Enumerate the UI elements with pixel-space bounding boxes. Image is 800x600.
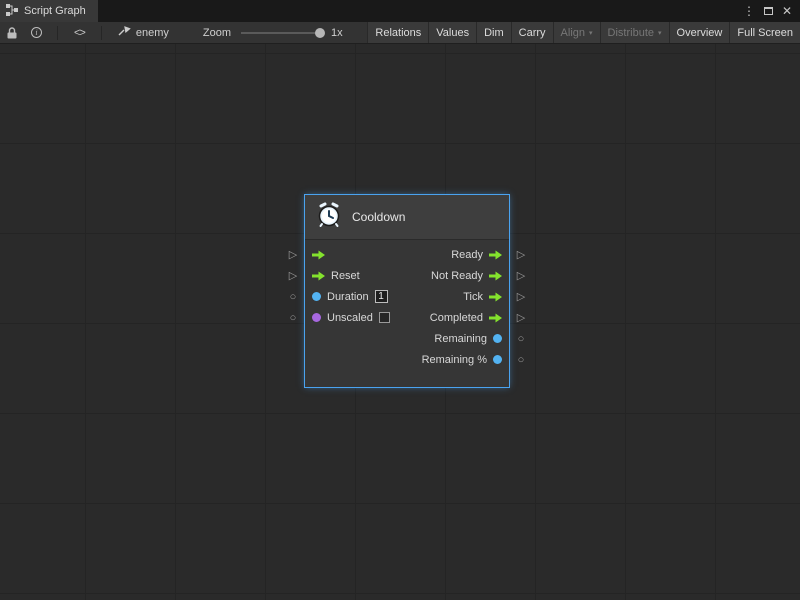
overview-button[interactable]: Overview [669,22,730,43]
port-row: Duration 1 Tick [305,286,509,307]
node-body: Ready Reset Not Ready [305,240,509,387]
zoom-label: Zoom [203,27,231,39]
flow-arrow-icon [312,250,325,260]
distribute-dropdown[interactable]: Distribute ▾ [600,22,669,43]
align-label: Align [561,27,585,39]
output-port-ready[interactable]: Ready [451,249,502,261]
chevron-down-icon: ▾ [658,29,662,37]
unscaled-checkbox[interactable] [379,312,390,323]
output-port-not-ready[interactable]: Not Ready [431,270,502,282]
port-label: Not Ready [431,270,483,282]
port-row: Remaining [305,328,509,349]
flow-port-marker[interactable]: ▷ [514,247,528,263]
float-port-icon [493,355,502,364]
port-row: Reset Not Ready [305,265,509,286]
flow-port-marker[interactable]: ▷ [514,289,528,305]
value-port-marker[interactable]: ○ [514,352,528,368]
float-port-icon [493,334,502,343]
port-label: Tick [463,291,483,303]
port-label: Remaining [434,333,487,345]
maximize-glyph [764,7,773,15]
info-icon[interactable]: i [31,27,42,38]
port-row: Unscaled Completed [305,307,509,328]
dim-label: Dim [484,27,504,39]
bool-port-icon [312,313,321,322]
flow-arrow-icon [312,271,325,281]
overview-label: Overview [677,27,723,39]
values-label: Values [436,27,469,39]
code-icon[interactable]: <> [74,27,85,39]
dim-button[interactable]: Dim [476,22,511,43]
port-label: Unscaled [327,312,373,324]
graph-toolbar: i <> enemy Zoom 1x Relations Values Dim … [0,22,800,44]
node-title: Cooldown [352,210,405,224]
script-graph-window: Script Graph ⋮ ✕ i <> enemy [0,0,800,600]
chevron-down-icon: ▾ [589,29,593,37]
full-screen-button[interactable]: Full Screen [729,22,800,43]
lock-icon[interactable] [7,27,17,39]
flow-port-marker[interactable]: ▷ [514,310,528,326]
maximize-icon[interactable] [760,3,776,19]
relations-label: Relations [375,27,421,39]
relations-button[interactable]: Relations [367,22,428,43]
zoom-value: 1x [331,27,343,39]
window-controls: ⋮ ✕ [741,0,800,22]
input-port-duration[interactable]: Duration 1 [312,290,388,303]
align-dropdown[interactable]: Align ▾ [553,22,600,43]
title-bar: Script Graph ⋮ ✕ [0,0,800,22]
output-port-remaining[interactable]: Remaining [434,333,502,345]
output-port-remaining-percent[interactable]: Remaining % [422,354,502,366]
tab-label: Script Graph [24,5,86,17]
flow-port-marker[interactable]: ▷ [514,268,528,284]
alarm-clock-icon [316,202,342,233]
graph-asset-icon [118,26,131,40]
float-port-icon [312,292,321,301]
graph-name: enemy [136,27,169,39]
value-port-marker[interactable]: ○ [286,310,300,326]
port-row: Ready [305,244,509,265]
input-port-unscaled[interactable]: Unscaled [312,312,390,324]
tab-script-graph[interactable]: Script Graph [0,0,98,22]
panel-menu-icon[interactable]: ⋮ [741,3,757,19]
port-row: Remaining % [305,349,509,370]
flow-arrow-icon [489,292,502,302]
value-port-marker[interactable]: ○ [286,289,300,305]
output-port-tick[interactable]: Tick [463,291,502,303]
toolbar-divider [57,26,58,40]
port-label: Completed [430,312,483,324]
zoom-slider-handle[interactable] [315,28,325,38]
value-port-marker[interactable]: ○ [514,331,528,347]
toolbar-button-group: Relations Values Dim Carry Align ▾ Distri… [367,22,800,43]
input-port-enter[interactable] [312,250,325,260]
port-label: Ready [451,249,483,261]
close-icon[interactable]: ✕ [779,3,795,19]
flow-arrow-icon [489,250,502,260]
node-header[interactable]: Cooldown [305,195,509,240]
distribute-label: Distribute [608,27,654,39]
flow-arrow-icon [489,313,502,323]
zoom-slider[interactable] [241,32,323,34]
port-label: Remaining % [422,354,487,366]
carry-button[interactable]: Carry [511,22,553,43]
flow-arrow-icon [489,271,502,281]
graph-tab-icon [6,4,18,19]
toolbar-divider [101,26,102,40]
info-glyph: i [31,27,42,38]
full-screen-label: Full Screen [737,27,793,39]
flow-port-marker[interactable]: ▷ [286,247,300,263]
cooldown-node[interactable]: ▷ ▷ ○ ○ ▷ ▷ ▷ ▷ ○ ○ [305,195,509,387]
port-label: Duration [327,291,369,303]
zoom-control: Zoom 1x [203,27,343,39]
input-port-reset[interactable]: Reset [312,270,360,282]
port-label: Reset [331,270,360,282]
flow-port-marker[interactable]: ▷ [286,268,300,284]
duration-value-field[interactable]: 1 [375,290,388,303]
graph-canvas[interactable]: ▷ ▷ ○ ○ ▷ ▷ ▷ ▷ ○ ○ [0,44,800,600]
values-button[interactable]: Values [428,22,476,43]
graph-breadcrumb-enemy[interactable]: enemy [118,26,169,40]
carry-label: Carry [519,27,546,39]
output-port-completed[interactable]: Completed [430,312,502,324]
